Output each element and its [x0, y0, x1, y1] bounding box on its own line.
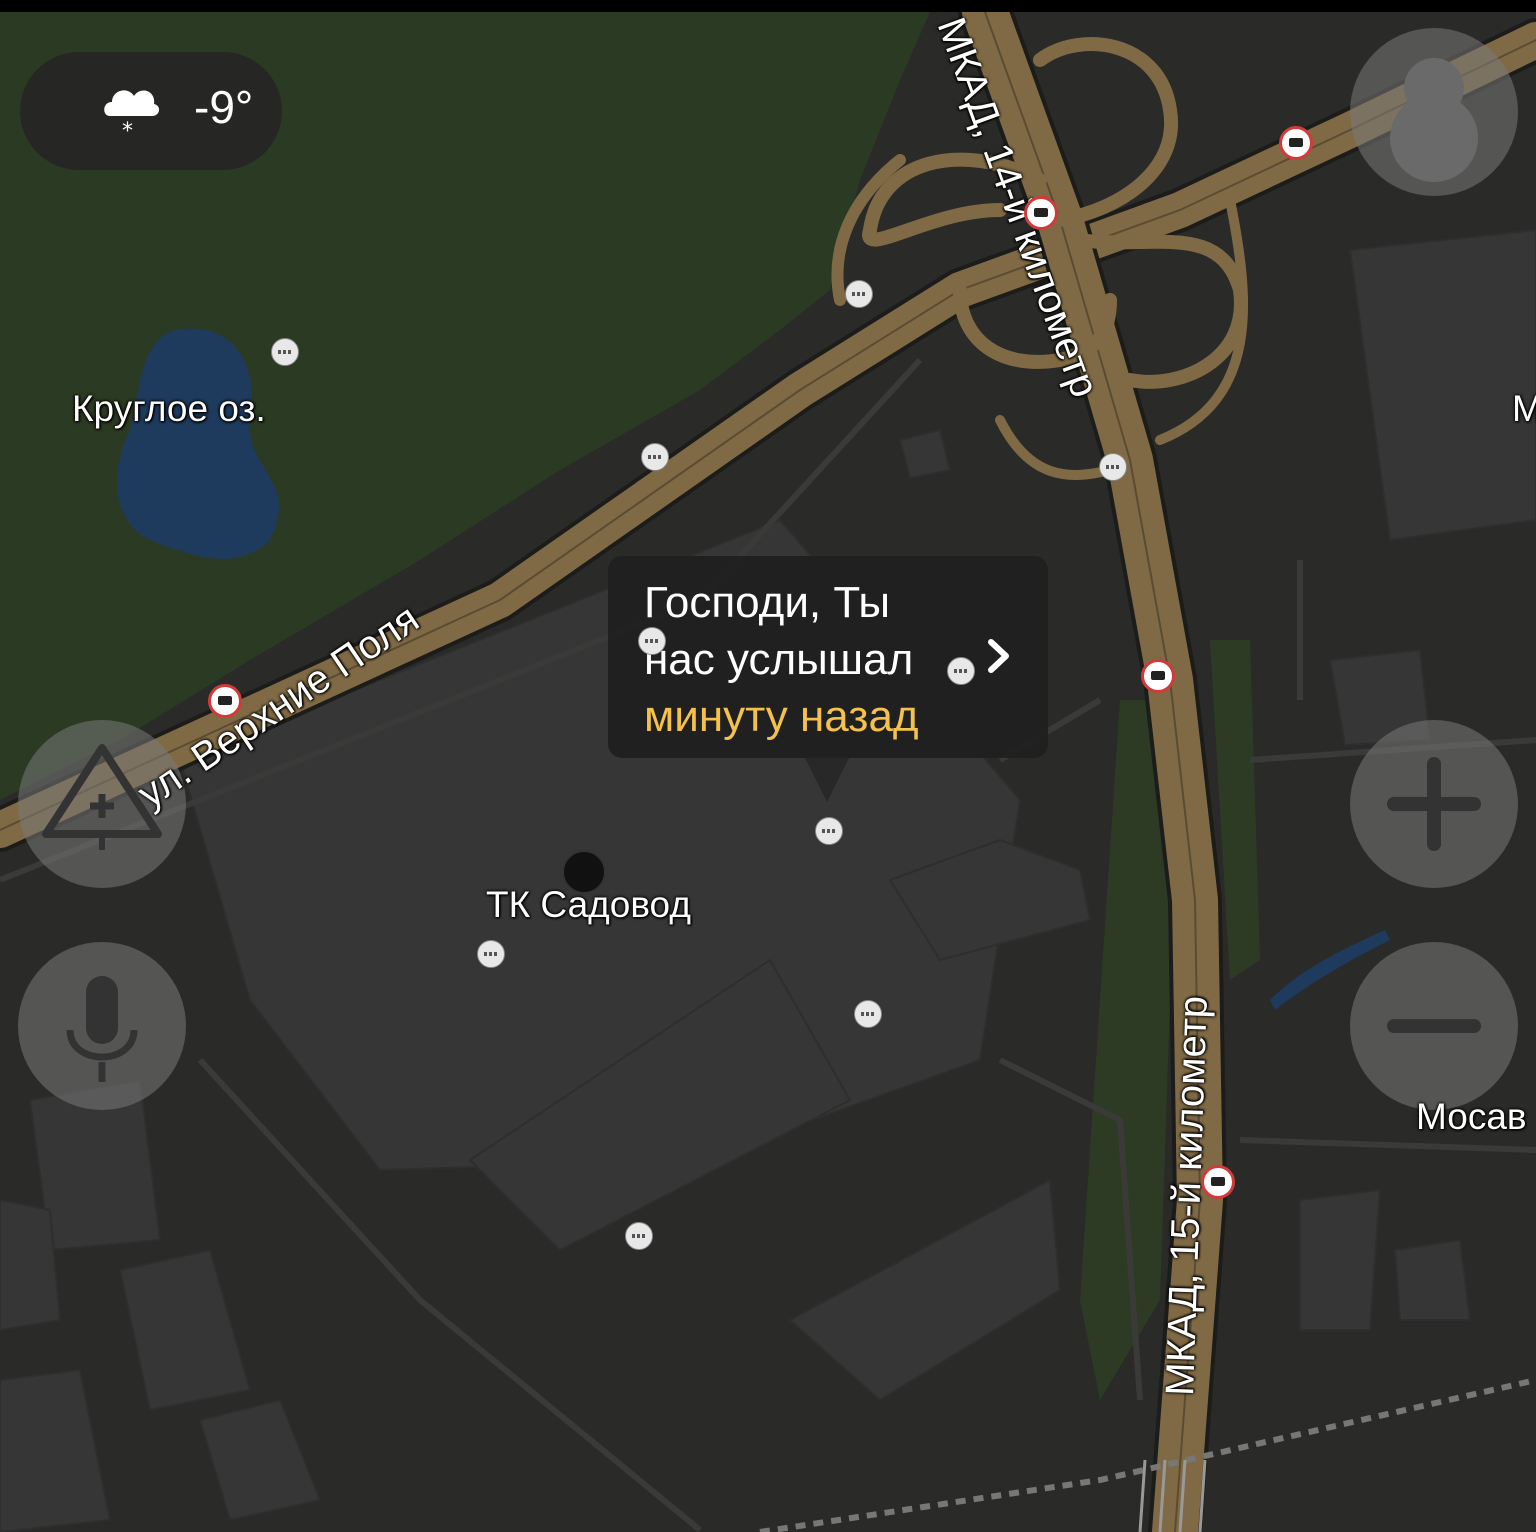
microphone-icon [66, 976, 138, 1082]
chat-pin[interactable] [625, 1222, 653, 1250]
zoom-out-button[interactable] [1350, 942, 1518, 1110]
speed-camera-icon[interactable] [208, 684, 242, 718]
chat-pin[interactable] [947, 657, 975, 685]
svg-text:*: * [122, 119, 133, 142]
speed-camera-icon[interactable] [1201, 1165, 1235, 1199]
voice-button[interactable] [18, 942, 186, 1110]
east-edge-label-2: Мосав [1416, 1096, 1527, 1137]
lake-label: Круглое оз. [72, 388, 266, 429]
bubble-text: Господи, Ты нас услышал минуту назад [644, 574, 974, 745]
chat-pin[interactable] [641, 443, 669, 471]
shopping-cart-icon[interactable] [562, 850, 606, 894]
profile-icon [1390, 58, 1478, 182]
weather-widget[interactable]: * -9° [20, 52, 282, 170]
chat-pin[interactable] [815, 817, 843, 845]
minus-icon [1387, 1019, 1481, 1033]
profile-button[interactable] [1350, 28, 1518, 196]
chat-pin[interactable] [477, 940, 505, 968]
speed-camera-icon[interactable] [1141, 659, 1175, 693]
chat-pin[interactable] [854, 1000, 882, 1028]
zoom-in-button[interactable] [1350, 720, 1518, 888]
temperature-value: -9° [194, 81, 254, 133]
railway [759, 1377, 1536, 1532]
snow-cloud-icon: * [104, 90, 160, 142]
chat-pin[interactable] [1099, 453, 1127, 481]
bubble-tail [805, 758, 849, 802]
chat-pin[interactable] [845, 280, 873, 308]
plus-icon [1387, 757, 1481, 851]
bubble-line-1: Господи, Ты [644, 578, 890, 627]
bubble-time-ago: минуту назад [644, 692, 919, 741]
east-edge-label-1: М [1512, 388, 1536, 429]
speed-camera-icon[interactable] [1024, 196, 1058, 230]
bubble-line-2: нас услышал [644, 635, 914, 684]
road-event-bubble[interactable]: Господи, Ты нас услышал минуту назад [608, 556, 1048, 758]
speed-camera-icon[interactable] [1279, 126, 1313, 160]
status-bar [0, 0, 1536, 12]
chat-pin[interactable] [271, 338, 299, 366]
chat-pin[interactable] [638, 627, 666, 655]
chevron-right-icon [988, 639, 1009, 673]
